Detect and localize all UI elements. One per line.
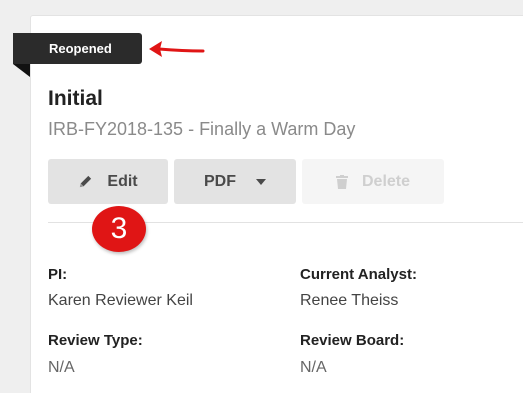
pdf-button[interactable]: PDF xyxy=(174,159,296,204)
review-type-value: N/A xyxy=(48,359,75,376)
review-type-label: Review Type: xyxy=(48,332,143,349)
pi-value: Karen Reviewer Keil xyxy=(48,292,193,309)
delete-button[interactable]: Delete xyxy=(302,159,444,204)
edit-button[interactable]: Edit xyxy=(48,159,168,204)
delete-button-label: Delete xyxy=(361,172,411,190)
status-ribbon: Reopened xyxy=(13,33,142,64)
edit-button-label: Edit xyxy=(107,172,138,190)
pi-label: PI: xyxy=(48,266,68,283)
pencil-icon xyxy=(80,175,92,188)
step-number-badge: 3 xyxy=(92,206,146,252)
review-board-value: N/A xyxy=(300,359,327,376)
current-analyst-label: Current Analyst: xyxy=(300,266,417,283)
caret-down-icon xyxy=(256,178,266,185)
record-subtitle: IRB-FY2018-135 - Finally a Warm Day xyxy=(48,119,356,139)
current-analyst-value: Renee Theiss xyxy=(300,292,399,309)
review-board-label: Review Board: xyxy=(300,332,405,349)
trash-icon xyxy=(335,174,348,189)
page-title: Initial xyxy=(48,87,103,110)
red-arrow-icon xyxy=(149,41,205,57)
pdf-button-label: PDF xyxy=(204,172,236,190)
status-ribbon-fold xyxy=(13,64,30,77)
